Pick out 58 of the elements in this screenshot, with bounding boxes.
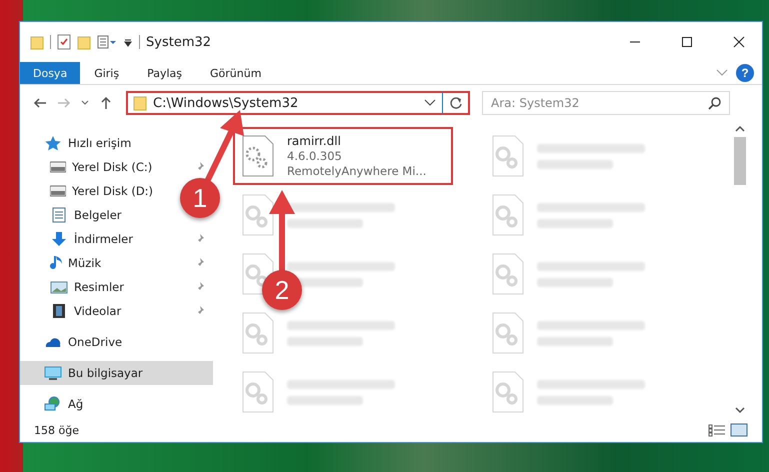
ribbon-tab[interactable]: Görünüm	[196, 62, 276, 84]
video-icon	[50, 303, 68, 319]
file-detail: RemotelyAnywhere Mi...	[287, 164, 426, 178]
search-field[interactable]: Ara: System32	[482, 91, 730, 115]
address-path: C:\Windows\System32	[153, 96, 300, 110]
help-button[interactable]: ?	[736, 64, 754, 82]
window-title: System32	[146, 34, 212, 50]
sidebar-item[interactable]: Bu bilgisayar	[20, 361, 213, 385]
file-name: ramirr.dll	[287, 134, 342, 148]
blurred-file-icon	[490, 134, 524, 178]
download-icon	[50, 231, 68, 247]
blurred-file-icon	[241, 193, 275, 237]
sidebar-item[interactable]: Belgeler	[50, 203, 122, 227]
scroll-down-icon[interactable]	[735, 406, 745, 414]
sidebar-item[interactable]: OneDrive	[44, 330, 122, 354]
ribbon-tab[interactable]: Dosya	[20, 62, 80, 84]
file-tile[interactable]: ramirr.dll 4.6.0.305 RemotelyAnywhere Mi...	[233, 127, 453, 185]
search-icon[interactable]	[708, 96, 722, 110]
gear-document-icon	[241, 134, 275, 178]
sidebar-item[interactable]: Yerel Disk (D:)	[50, 179, 154, 203]
sidebar-item[interactable]: Ağ	[44, 392, 84, 416]
blurred-file-icon	[490, 311, 524, 355]
blurred-file-icon	[490, 370, 524, 414]
checklist-icon[interactable]	[57, 34, 71, 50]
sidebar-item[interactable]: İndirmeler	[50, 227, 133, 251]
music-icon	[50, 255, 62, 271]
picture-icon	[50, 279, 68, 295]
computer-icon	[44, 365, 62, 381]
minimize-icon	[629, 41, 641, 43]
sidebar-item[interactable]: Resimler	[50, 275, 124, 299]
properties-icon[interactable]	[97, 34, 117, 50]
folder-icon	[133, 95, 147, 111]
large-icons-view-icon[interactable]	[730, 423, 748, 437]
sidebar-item[interactable]: Müzik	[50, 251, 102, 275]
file-detail: 4.6.0.305	[287, 149, 343, 163]
blurred-file-icon	[490, 193, 524, 237]
star-icon	[44, 135, 62, 151]
maximize-icon	[681, 36, 693, 48]
document-icon	[50, 207, 68, 223]
item-count: 158 öğe	[34, 424, 79, 436]
scroll-thumb[interactable]	[734, 137, 746, 185]
sidebar-item[interactable]: Yerel Disk (C:)	[50, 155, 152, 179]
drive-icon	[50, 183, 66, 199]
drive-icon	[50, 159, 66, 175]
ribbon-tab[interactable]: Giriş	[80, 62, 134, 84]
address-bar[interactable]: C:\Windows\System32	[126, 91, 470, 115]
refresh-icon[interactable]	[449, 96, 463, 110]
sidebar-item[interactable]: Videolar	[50, 299, 122, 323]
close-icon	[733, 36, 745, 48]
chevron-icon[interactable]	[424, 98, 436, 108]
ribbon-tab[interactable]: Paylaş	[133, 62, 196, 84]
scroll-up-icon[interactable]	[735, 125, 745, 133]
blurred-file-icon	[241, 311, 275, 355]
sidebar-item[interactable]: Hızlı erişim	[44, 131, 132, 155]
details-view-icon[interactable]	[708, 423, 726, 437]
network-icon	[44, 396, 62, 412]
blurred-file-icon	[490, 252, 524, 296]
blurred-file-icon	[241, 370, 275, 414]
